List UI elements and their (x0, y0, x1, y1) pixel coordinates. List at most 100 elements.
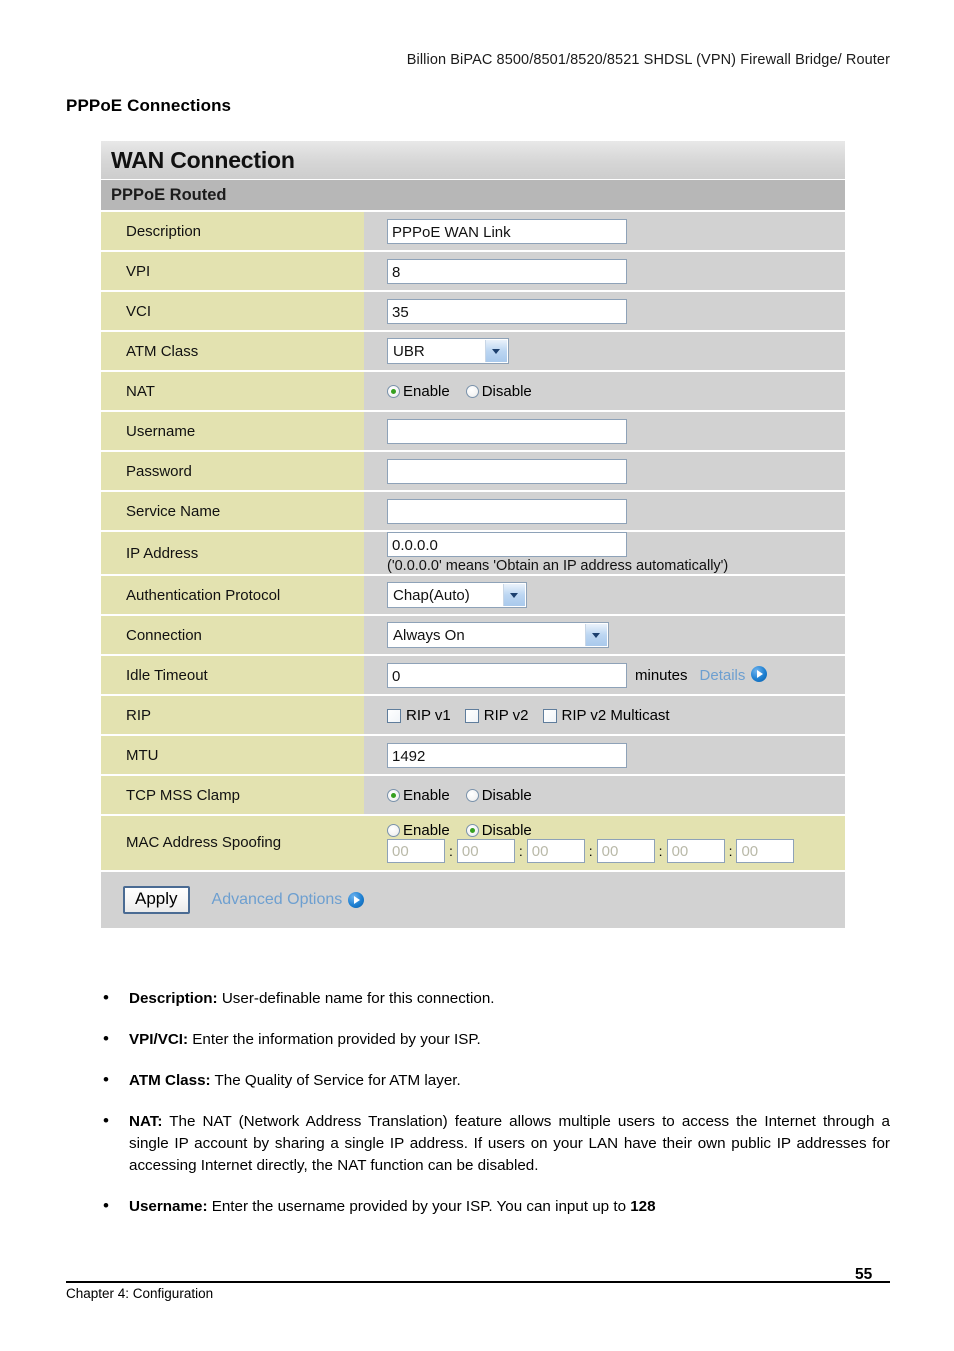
chevron-down-icon[interactable] (503, 584, 525, 606)
table-row-vci: VCI 35 (101, 290, 845, 331)
radio-unselected-icon[interactable] (465, 384, 479, 398)
table-row-auth-protocol: Authentication Protocol Chap(Auto) (101, 574, 845, 615)
footer-chapter-label: Chapter 4: Configuration (66, 1286, 214, 1301)
label-service-name: Service Name (101, 490, 364, 531)
wan-settings-table: Description PPPoE WAN Link VPI 8 VCI 35 (101, 210, 845, 870)
bullet-term: Username: (129, 1198, 208, 1216)
advanced-options-link[interactable]: Advanced Options (212, 891, 343, 909)
radio-unselected-icon[interactable] (387, 823, 400, 837)
radio-selected-icon[interactable] (387, 384, 400, 398)
list-item: Description: User-definable name for thi… (95, 986, 890, 1011)
service-name-input[interactable] (387, 498, 627, 524)
radio-selected-icon[interactable] (465, 823, 479, 837)
panel-subtitle: PPPoE Routed (101, 179, 845, 210)
ip-address-hint: ('0.0.0.0' means 'Obtain an IP address a… (387, 558, 729, 574)
connection-selected-value: Always On (393, 627, 465, 644)
label-vpi: VPI (101, 250, 364, 291)
tcp-mss-enable-label: Enable (403, 786, 450, 804)
mac-octet-3[interactable]: 00 (526, 838, 585, 863)
apply-button[interactable]: Apply (123, 885, 190, 914)
bullet-text: User-definable name for this connection. (217, 990, 495, 1007)
play-arrow-icon[interactable] (751, 665, 768, 682)
value-username (364, 410, 845, 451)
label-auth-protocol: Authentication Protocol (101, 574, 364, 615)
table-row-service-name: Service Name (101, 490, 845, 531)
list-item: ATM Class: The Quality of Service for AT… (95, 1068, 890, 1093)
vpi-input[interactable]: 8 (387, 258, 627, 284)
value-mac-spoofing: Enable Disable 00:00:00:00:00:00 (364, 814, 845, 870)
nat-radio-group: Enable Disable (387, 382, 548, 400)
table-row-password: Password (101, 450, 845, 491)
rip-v2-label: RIP v2 (483, 706, 529, 724)
tcp-mss-disable-option[interactable]: Disable (465, 786, 532, 804)
table-row-idle-timeout: Idle Timeout 0 minutes Details (101, 654, 845, 695)
username-input[interactable] (387, 418, 627, 444)
ip-address-input[interactable]: 0.0.0.0 (387, 532, 627, 557)
radio-selected-icon[interactable] (387, 788, 400, 802)
connection-select[interactable]: Always On (387, 622, 609, 648)
description-input[interactable]: PPPoE WAN Link (387, 218, 627, 244)
mac-octet-1[interactable]: 00 (387, 838, 445, 863)
label-vci: VCI (101, 290, 364, 331)
password-input[interactable] (387, 458, 627, 484)
table-row-ip-address: IP Address 0.0.0.0 ('0.0.0.0' means 'Obt… (101, 530, 845, 575)
mac-separator: : (728, 842, 733, 859)
bullet-term: NAT: (129, 1113, 163, 1131)
table-row-mtu: MTU 1492 (101, 734, 845, 775)
list-item: NAT: The NAT (Network Address Translatio… (95, 1109, 890, 1177)
mac-octet-4[interactable]: 00 (596, 838, 655, 863)
rip-v1-label: RIP v1 (406, 706, 451, 724)
label-tcp-mss-clamp: TCP MSS Clamp (101, 774, 364, 815)
value-auth-protocol: Chap(Auto) (364, 574, 845, 615)
value-rip: RIP v1 RIP v2 RIP v2 Multicast (364, 694, 845, 735)
footer-divider (66, 1281, 890, 1283)
value-password (364, 450, 845, 491)
tcp-mss-disable-label: Disable (481, 786, 532, 804)
description-bullet-list: Description: User-definable name for thi… (95, 986, 890, 1237)
chevron-down-icon[interactable] (585, 624, 607, 646)
mac-separator: : (588, 842, 593, 859)
mac-octet-2[interactable]: 00 (456, 838, 515, 863)
panel-footer: Apply Advanced Options (101, 869, 845, 928)
nat-enable-label: Enable (403, 382, 450, 400)
bullet-text: The NAT (Network Address Translation) fe… (129, 1113, 890, 1175)
bullet-term: VPI/VCI: (129, 1031, 189, 1049)
rip-v2-multicast-checkbox-item[interactable]: RIP v2 Multicast (542, 707, 670, 724)
details-link[interactable]: Details (700, 667, 746, 684)
value-tcp-mss-clamp: Enable Disable (364, 774, 845, 815)
mtu-input[interactable]: 1492 (387, 742, 627, 768)
bullet-text: Enter the username provided by your ISP.… (207, 1198, 631, 1216)
mac-spoofing-enable-label: Enable (403, 821, 450, 839)
checkbox-icon[interactable] (542, 708, 557, 723)
list-item: Username: Enter the username provided by… (95, 1194, 890, 1219)
rip-v1-checkbox-item[interactable]: RIP v1 (387, 707, 451, 724)
label-idle-timeout: Idle Timeout (101, 654, 364, 695)
auth-protocol-select[interactable]: Chap(Auto) (387, 582, 527, 608)
mac-spoofing-disable-option[interactable]: Disable (465, 822, 532, 839)
chevron-down-icon[interactable] (485, 340, 507, 362)
mac-octet-6[interactable]: 00 (736, 838, 795, 863)
mac-separator: : (449, 842, 453, 859)
nat-disable-option[interactable]: Disable (465, 382, 532, 400)
bullet-term: Description: (129, 990, 218, 1007)
atm-class-selected-value: UBR (393, 343, 425, 360)
nat-disable-label: Disable (481, 382, 532, 400)
checkbox-icon[interactable] (464, 708, 479, 723)
play-arrow-icon[interactable] (348, 891, 365, 908)
bullet-text: Enter the information provided by your I… (188, 1031, 481, 1049)
mac-octet-5[interactable]: 00 (666, 838, 725, 863)
radio-unselected-icon[interactable] (465, 788, 479, 802)
label-mtu: MTU (101, 734, 364, 775)
tcp-mss-enable-option[interactable]: Enable (387, 787, 450, 804)
nat-enable-option[interactable]: Enable (387, 383, 450, 400)
idle-timeout-input[interactable]: 0 (387, 662, 627, 688)
checkbox-icon[interactable] (387, 708, 401, 723)
value-mtu: 1492 (364, 734, 845, 775)
mac-spoofing-enable-option[interactable]: Enable (387, 822, 450, 839)
atm-class-select[interactable]: UBR (387, 338, 509, 364)
mac-separator: : (658, 842, 663, 859)
rip-v2-checkbox-item[interactable]: RIP v2 (464, 706, 529, 724)
vci-input[interactable]: 35 (387, 298, 627, 324)
page-title: PPPoE Connections (66, 96, 232, 115)
auth-protocol-selected-value: Chap(Auto) (393, 587, 470, 604)
